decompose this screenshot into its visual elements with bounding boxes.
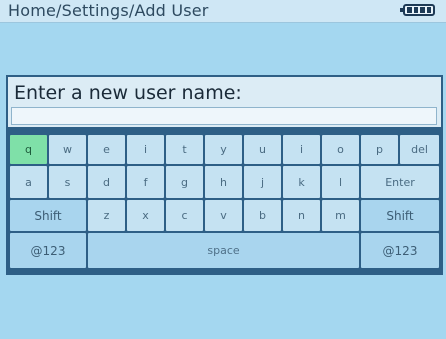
key-space[interactable]: space <box>88 233 359 268</box>
key-j[interactable]: j <box>244 166 281 198</box>
battery-cell <box>426 7 431 13</box>
breadcrumb: Home/Settings/Add User <box>8 1 209 20</box>
key-o[interactable]: o <box>322 135 359 164</box>
bottom-area <box>0 275 446 339</box>
key-enter[interactable]: Enter <box>361 166 439 198</box>
user-name-input[interactable] <box>11 107 437 125</box>
key-shift-right[interactable]: Shift <box>361 200 439 231</box>
key-b[interactable]: b <box>244 200 281 231</box>
battery-full-icon <box>400 4 435 16</box>
add-user-dialog: Enter a new user name: q w e i t y u i o… <box>6 75 443 275</box>
prompt-area: Enter a new user name: <box>8 77 441 127</box>
device-screen: Home/Settings/Add User Enter a new user … <box>0 0 446 339</box>
key-m[interactable]: m <box>322 200 359 231</box>
key-y[interactable]: y <box>205 135 242 164</box>
key-s[interactable]: s <box>49 166 86 198</box>
key-q[interactable]: q <box>10 135 47 164</box>
key-symbols-left[interactable]: @123 <box>10 233 86 268</box>
key-i[interactable]: i <box>127 135 164 164</box>
key-w[interactable]: w <box>49 135 86 164</box>
key-symbols-right[interactable]: @123 <box>361 233 439 268</box>
key-x[interactable]: x <box>127 200 164 231</box>
prompt-label: Enter a new user name: <box>14 82 242 104</box>
key-a[interactable]: a <box>10 166 47 198</box>
key-v[interactable]: v <box>205 200 242 231</box>
key-e[interactable]: e <box>88 135 125 164</box>
battery-cell <box>420 7 425 13</box>
on-screen-keyboard: q w e i t y u i o p del a s d f g h j k … <box>8 133 441 271</box>
key-u[interactable]: u <box>244 135 281 164</box>
key-k[interactable]: k <box>283 166 320 198</box>
battery-cell <box>407 7 412 13</box>
key-h[interactable]: h <box>205 166 242 198</box>
key-f[interactable]: f <box>127 166 164 198</box>
key-t[interactable]: t <box>166 135 203 164</box>
key-g[interactable]: g <box>166 166 203 198</box>
key-p[interactable]: p <box>361 135 398 164</box>
key-i-2[interactable]: i <box>283 135 320 164</box>
key-c[interactable]: c <box>166 200 203 231</box>
key-z[interactable]: z <box>88 200 125 231</box>
key-d[interactable]: d <box>88 166 125 198</box>
key-n[interactable]: n <box>283 200 320 231</box>
key-shift-left[interactable]: Shift <box>10 200 86 231</box>
key-delete[interactable]: del <box>400 135 439 164</box>
title-bar: Home/Settings/Add User <box>0 0 446 23</box>
battery-cell <box>413 7 418 13</box>
key-l[interactable]: l <box>322 166 359 198</box>
